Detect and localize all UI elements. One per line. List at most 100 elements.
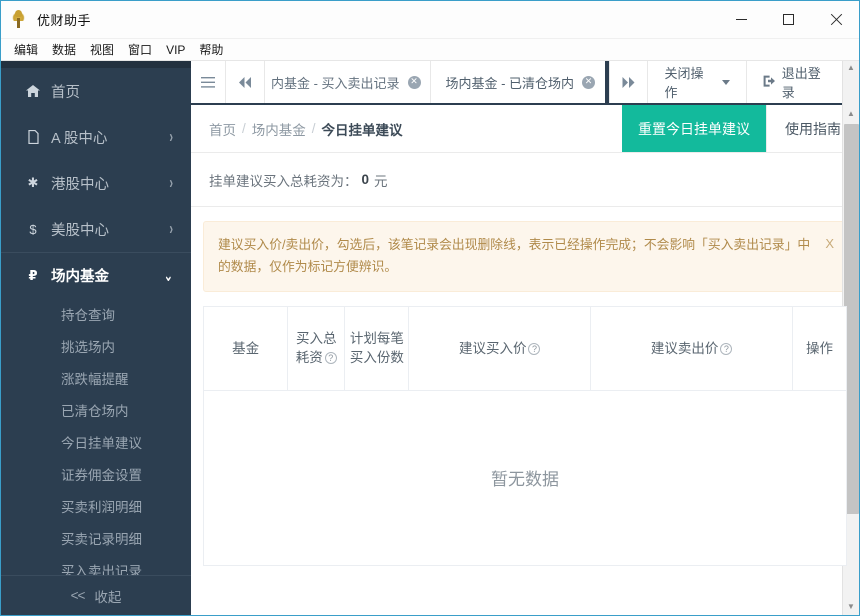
menu-data[interactable]: 数据 (45, 40, 83, 60)
sidebar-item-label: 场内基金 (51, 269, 109, 285)
table-empty-row: 暂无数据 (203, 390, 847, 566)
sidebar-item-label: 美股中心 (51, 222, 109, 239)
chevron-right-icon: › (169, 173, 173, 193)
breadcrumb-bar: 首页 / 场内基金 / 今日挂单建议 重置今日挂单建议 使用指南 (191, 105, 859, 153)
asterisk-icon: ✱ (27, 175, 39, 190)
menu-bar: 编辑 数据 视图 窗口 VIP 帮助 (1, 39, 859, 61)
sidebar-collapse-label: 收起 (94, 589, 122, 605)
window-controls (718, 1, 859, 39)
info-alert-text: 建议买入价/卖出价，勾选后，该笔记录会出现删除线，表示已经操作完成；不会影响「买… (218, 237, 811, 275)
minimize-button[interactable] (718, 1, 765, 39)
content-area: 首页 / 场内基金 / 今日挂单建议 重置今日挂单建议 使用指南 挂单建议买入总… (191, 105, 859, 615)
sidebar-item-label: A 股中心 (51, 130, 108, 147)
column-suggested-buy-price: 建议买入价? (408, 305, 592, 391)
breadcrumb-home[interactable]: 首页 (209, 119, 236, 139)
menu-vip[interactable]: VIP (159, 40, 192, 60)
sidebar-subitem-trade-detail[interactable]: 买卖记录明细 (1, 522, 191, 554)
chevron-down-icon: ⌄ (163, 266, 173, 286)
chevron-down-icon (721, 79, 730, 85)
sidebar-subitem-change-alert[interactable]: 涨跌幅提醒 (1, 362, 191, 394)
tabs-scroll-left-button[interactable] (226, 61, 265, 103)
info-alert: 建议买入价/卖出价，勾选后，该笔记录会出现删除线，表示已经操作完成；不会影响「买… (203, 221, 847, 292)
close-icon[interactable]: ✕ (582, 75, 596, 89)
sidebar-item-us-share[interactable]: $ 美股中心 › (1, 206, 191, 252)
close-button[interactable] (812, 1, 859, 39)
help-icon[interactable]: ? (528, 342, 541, 355)
sidebar-item-label: 首页 (51, 84, 80, 101)
column-label: 建议卖出价 (650, 340, 719, 356)
tab-buy-sell-record[interactable]: 内基金 - 买入卖出记录 ✕ (265, 61, 432, 103)
file-icon (23, 130, 43, 144)
scroll-down-button[interactable]: ▼ (843, 598, 860, 615)
column-total-buy-cost: 买入总耗资? (287, 305, 346, 391)
tab-label: 场内基金 - 已清仓场内 (445, 75, 575, 91)
sidebar-subitem-commission-settings[interactable]: 证券佣金设置 (1, 458, 191, 490)
hamburger-icon[interactable] (191, 61, 227, 103)
sidebar-item-home[interactable]: 首页 (1, 68, 191, 114)
ruble-icon: ₽ (28, 267, 38, 283)
sidebar-top-strip (1, 61, 191, 68)
total-cost-amount: 0 (361, 172, 370, 187)
sidebar-subitem-holdings[interactable]: 持仓查询 (1, 298, 191, 330)
sidebar-item-label: 港股中心 (51, 176, 109, 193)
column-fund: 基金 (202, 305, 289, 391)
tabs-scroll-right-button[interactable] (608, 61, 647, 103)
breadcrumb-current: 今日挂单建议 (321, 122, 403, 138)
menu-edit[interactable]: 编辑 (7, 40, 45, 60)
breadcrumb-separator: / (242, 121, 246, 136)
chevron-right-icon: › (169, 127, 173, 147)
scroll-up-button[interactable]: ▲ (843, 105, 860, 122)
logout-label: 退出登录 (781, 66, 821, 100)
breadcrumb-separator: / (311, 121, 316, 136)
column-label: 计划每笔买入份数 (349, 330, 404, 366)
content-inner: 首页 / 场内基金 / 今日挂单建议 重置今日挂单建议 使用指南 挂单建议买入总… (191, 105, 859, 566)
menu-view[interactable]: 视图 (83, 40, 121, 60)
sidebar-item-a-share[interactable]: A 股中心 › (1, 114, 191, 160)
column-label: 操作 (806, 340, 834, 356)
reset-today-order-advice-button[interactable]: 重置今日挂单建议 (622, 105, 766, 152)
tab-label: 内基金 - 买入卖出记录 (270, 75, 400, 91)
total-cost-unit: 元 (374, 173, 388, 189)
home-icon (23, 84, 43, 98)
order-advice-table: 基金 买入总耗资? 计划每笔买入份数 建议买入价? 建议卖出价 ? 操作 暂无数… (202, 305, 847, 566)
tree-logo-icon (9, 9, 29, 30)
column-label: 基金 (232, 340, 260, 356)
tab-cleared-fund[interactable]: 场内基金 - 已清仓场内 ✕ (431, 61, 609, 103)
double-left-icon: << (70, 588, 86, 603)
sidebar-subitem-pick[interactable]: 挑选场内 (1, 330, 191, 362)
column-label: 建议买入价 (458, 340, 527, 356)
close-operations-dropdown[interactable]: 关闭操作 (647, 61, 745, 103)
sidebar-item-hk-share[interactable]: ✱ 港股中心 › (1, 160, 191, 206)
close-icon[interactable]: ✕ (407, 75, 421, 89)
body-container: 首页 A 股中心 › ✱ 港股中心 › $ 美股中心 › ₽ 场内基金 ⌄ 持仓… (1, 61, 859, 615)
maximize-button[interactable] (765, 1, 812, 39)
application-window: 优财助手 编辑 数据 视图 窗口 VIP 帮助 首页 A 股中心 › ✱ 港股中… (0, 0, 860, 616)
column-planned-shares: 计划每笔买入份数 (344, 305, 410, 391)
sidebar: 首页 A 股中心 › ✱ 港股中心 › $ 美股中心 › ₽ 场内基金 ⌄ 持仓… (1, 61, 191, 615)
sidebar-subitem-cleared[interactable]: 已清仓场内 (1, 394, 191, 426)
sidebar-subitem-today-order-advice[interactable]: 今日挂单建议 (1, 426, 191, 458)
help-icon[interactable]: ? (324, 352, 337, 365)
main-panel: 内基金 - 买入卖出记录 ✕ 场内基金 - 已清仓场内 ✕ 关闭操作 退出登录 … (191, 61, 859, 615)
window-title: 优财助手 (37, 13, 92, 28)
sidebar-subitem-buy-sell-record[interactable]: 买入卖出记录 (1, 554, 191, 575)
menu-help[interactable]: 帮助 (192, 40, 230, 60)
sidebar-nav: 首页 A 股中心 › ✱ 港股中心 › $ 美股中心 › ₽ 场内基金 ⌄ 持仓… (1, 68, 191, 575)
chevron-right-icon: › (169, 219, 173, 239)
menu-window[interactable]: 窗口 (121, 40, 159, 60)
tabbar-scroll-up-button[interactable]: ▲ (842, 61, 859, 105)
breadcrumb: 首页 / 场内基金 / 今日挂单建议 (191, 105, 403, 152)
logout-icon (763, 75, 777, 90)
total-cost-label: 挂单建议买入总耗资为： (209, 173, 358, 189)
close-icon[interactable]: X (825, 233, 834, 256)
column-suggested-sell-price: 建议卖出价? (590, 305, 794, 391)
sidebar-subitem-profit-detail[interactable]: 买卖利润明细 (1, 490, 191, 522)
tab-bar-actions: 关闭操作 退出登录 (608, 61, 859, 103)
column-actions: 操作 (792, 305, 847, 391)
sidebar-item-etf-fund[interactable]: ₽ 场内基金 ⌄ (1, 252, 191, 298)
tab-bar: 内基金 - 买入卖出记录 ✕ 场内基金 - 已清仓场内 ✕ 关闭操作 退出登录 (191, 61, 859, 105)
breadcrumb-actions: 重置今日挂单建议 使用指南 (622, 105, 859, 152)
help-icon[interactable]: ? (720, 342, 733, 355)
sidebar-collapse-button[interactable]: << 收起 (1, 575, 191, 615)
breadcrumb-etf-fund[interactable]: 场内基金 (252, 119, 306, 139)
